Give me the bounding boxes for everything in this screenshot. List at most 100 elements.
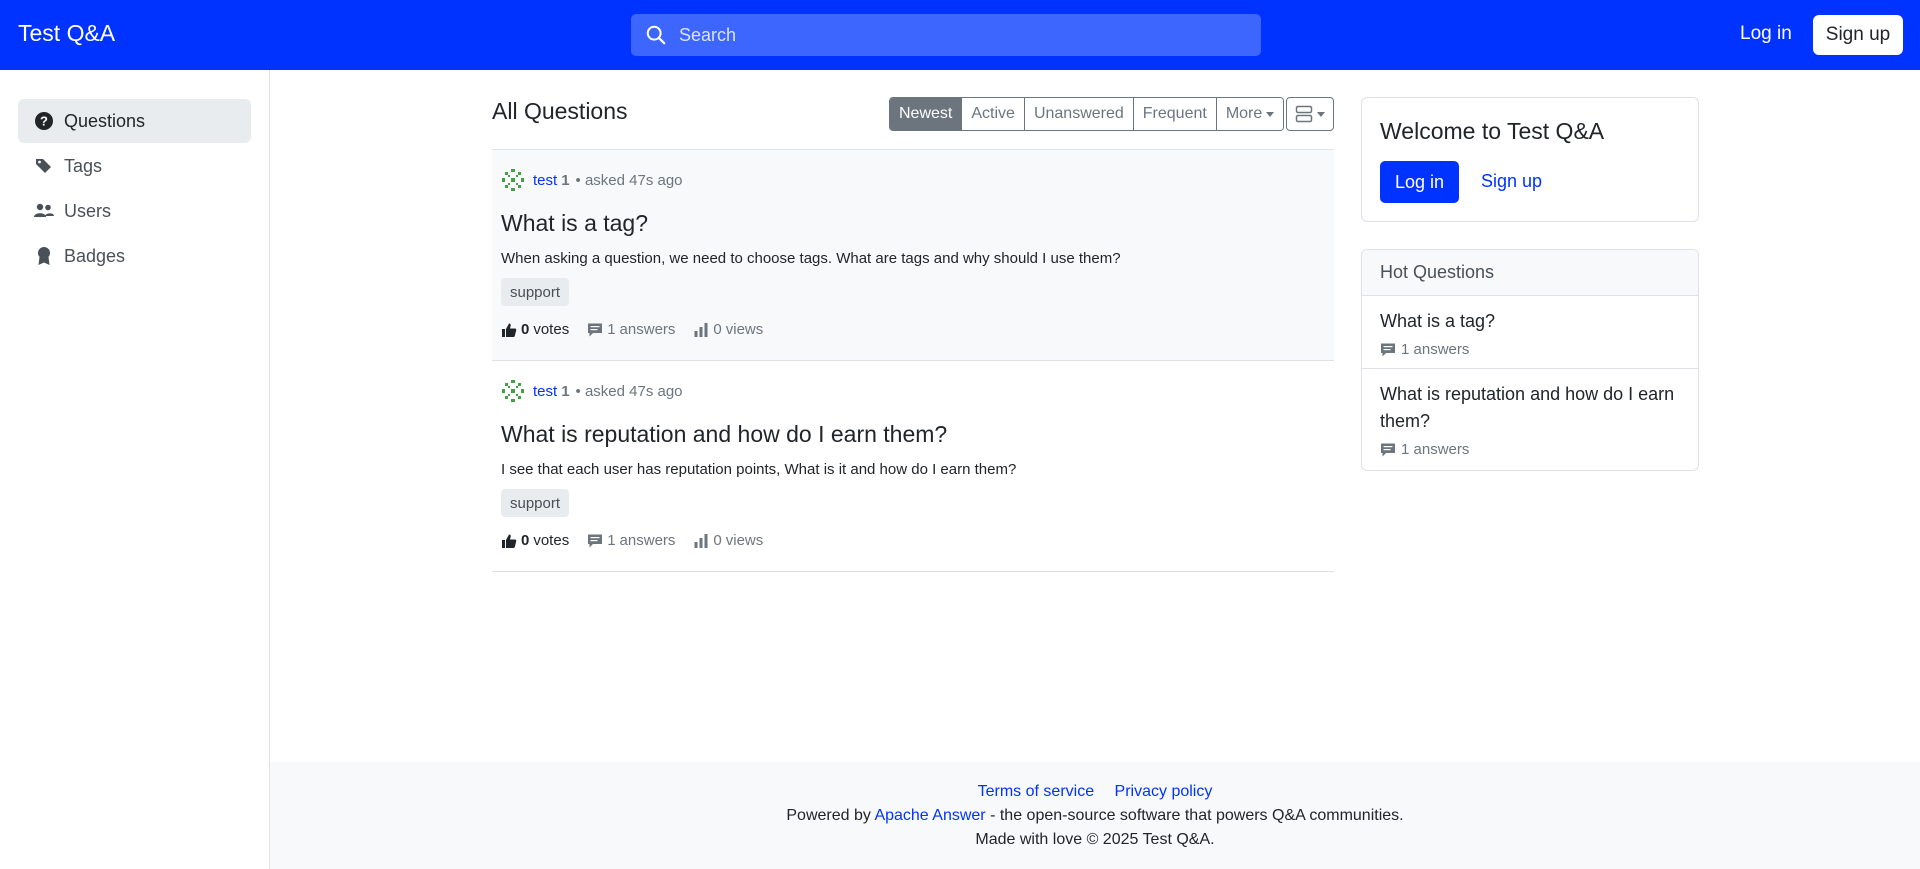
answers-label: answers (619, 321, 676, 338)
sidebar-item-questions[interactable]: ? Questions (18, 99, 251, 143)
question-stats: 0 votes 1 answers 0 views (501, 321, 781, 338)
votes-count: 0 (521, 532, 530, 549)
more-label: More (1225, 105, 1263, 122)
search-input[interactable] (679, 24, 1219, 46)
views-label: views (725, 321, 764, 338)
sort-frequent-button[interactable]: Frequent (1133, 98, 1217, 130)
powered-suffix: - the open-source software that powers Q… (990, 807, 1404, 824)
people-icon (34, 201, 54, 221)
question-title-link[interactable]: What is a tag? (501, 210, 648, 237)
powered-by-line: Powered by Apache Answer - the open-sour… (270, 807, 1920, 825)
user-avatar (502, 380, 524, 402)
question-stats: 0 votes 1 answers 0 views (501, 532, 781, 549)
question-list-item: test 1 • asked 47s ago What is a tag? Wh… (492, 150, 1334, 361)
answers-stat: 1 answers (587, 321, 675, 338)
tags-icon (34, 156, 54, 176)
question-excerpt: When asking a question, we need to choos… (501, 250, 1121, 267)
sort-button-group: Newest Active Unanswered Frequent More (889, 97, 1285, 131)
sidebar-item-label: Questions (64, 110, 146, 131)
question-title-link[interactable]: What is reputation and how do I earn the… (501, 421, 947, 448)
hot-question-link[interactable]: What is reputation and how do I earn the… (1380, 384, 1674, 431)
answers-count-text: 1 answers (1401, 441, 1470, 458)
sidebar-item-label: Badges (64, 245, 126, 266)
votes-label: votes (533, 532, 570, 549)
views-count: 0 (713, 532, 722, 549)
caret-down-icon (1317, 111, 1325, 117)
author-reputation: 1 (561, 382, 570, 400)
question-list-item: test 1 • asked 47s ago What is reputatio… (492, 361, 1334, 572)
answers-count-text: 1 answers (1401, 341, 1470, 358)
search-box[interactable] (631, 14, 1261, 56)
powered-prefix: Powered by (786, 807, 871, 824)
comment-icon (1381, 443, 1395, 456)
sidebar-item-tags[interactable]: Tags (18, 144, 251, 188)
sort-newest-button[interactable]: Newest (890, 98, 963, 130)
author-reputation: 1 (561, 171, 570, 189)
asked-time: • asked 47s ago (575, 171, 683, 189)
hot-questions-card: Hot Questions What is a tag? 1 answers W… (1361, 249, 1699, 471)
header-signup-button[interactable]: Sign up (1813, 15, 1903, 55)
page-title: All Questions (492, 98, 628, 124)
thumbs-up-icon (502, 534, 517, 548)
terms-link[interactable]: Terms of service (978, 783, 1094, 800)
svg-text:?: ? (40, 114, 48, 129)
top-navbar: Test Q&A Log in Sign up (0, 0, 1920, 70)
question-excerpt: I see that each user has reputation poin… (501, 461, 1017, 478)
votes-count: 0 (521, 321, 530, 338)
views-label: views (725, 532, 764, 549)
asked-time: • asked 47s ago (575, 382, 683, 400)
footer-links: Terms of service Privacy policy (270, 783, 1920, 801)
comment-icon (588, 534, 603, 547)
question-meta: test 1 • asked 47s ago (501, 379, 683, 403)
welcome-card: Welcome to Test Q&A Log in Sign up (1361, 97, 1699, 222)
sidebar-item-users[interactable]: Users (18, 189, 251, 233)
tag-badge[interactable]: support (501, 489, 570, 517)
votes-stat: 0 votes (501, 532, 569, 549)
privacy-link[interactable]: Privacy policy (1115, 783, 1213, 800)
comment-icon (1381, 343, 1395, 356)
votes-label: votes (533, 321, 570, 338)
author-link[interactable]: test (533, 383, 557, 400)
views-count: 0 (713, 321, 722, 338)
sidebar-item-badges[interactable]: Badges (18, 234, 251, 278)
answers-count: 1 (607, 321, 616, 338)
views-stat: 0 views (693, 321, 763, 338)
hot-question-answers: 1 answers (1380, 341, 1680, 358)
welcome-login-button[interactable]: Log in (1380, 161, 1459, 203)
comment-icon (588, 323, 603, 336)
answers-count: 1 (607, 532, 616, 549)
bar-chart-icon (694, 322, 708, 337)
apache-answer-link[interactable]: Apache Answer (874, 807, 985, 824)
question-list: test 1 • asked 47s ago What is a tag? Wh… (492, 149, 1334, 572)
sidebar: ? Questions Tags Users Badges (0, 70, 270, 869)
award-icon (34, 246, 54, 266)
thumbs-up-icon (502, 323, 517, 337)
sort-more-dropdown[interactable]: More (1216, 98, 1284, 130)
author-link[interactable]: test (533, 172, 557, 189)
answers-stat: 1 answers (587, 532, 675, 549)
hot-questions-heading: Hot Questions (1362, 250, 1698, 296)
welcome-signup-link[interactable]: Sign up (1481, 171, 1542, 192)
sort-active-button[interactable]: Active (962, 98, 1025, 130)
user-avatar (502, 169, 524, 191)
bar-chart-icon (694, 533, 708, 548)
sidebar-item-label: Tags (64, 155, 103, 176)
footer: Terms of service Privacy policy Powered … (270, 762, 1920, 869)
view-mode-toggle[interactable] (1286, 97, 1334, 131)
welcome-title: Welcome to Test Q&A (1380, 118, 1605, 144)
copyright-line: Made with love © 2025 Test Q&A. (975, 831, 1215, 848)
hot-question-item: What is a tag? 1 answers (1362, 296, 1698, 369)
sidebar-item-label: Users (64, 200, 112, 221)
views-stat: 0 views (693, 532, 763, 549)
sort-unanswered-button[interactable]: Unanswered (1024, 98, 1134, 130)
hot-question-link[interactable]: What is a tag? (1380, 311, 1495, 331)
hot-question-item: What is reputation and how do I earn the… (1362, 369, 1698, 468)
header-login-link[interactable]: Log in (1740, 23, 1792, 45)
answers-label: answers (619, 532, 676, 549)
brand-logo-link[interactable]: Test Q&A (18, 20, 115, 47)
list-view-icon (1295, 105, 1313, 123)
search-icon (646, 25, 666, 45)
caret-down-icon (1266, 111, 1275, 117)
tag-badge[interactable]: support (501, 278, 570, 306)
votes-stat: 0 votes (501, 321, 569, 338)
